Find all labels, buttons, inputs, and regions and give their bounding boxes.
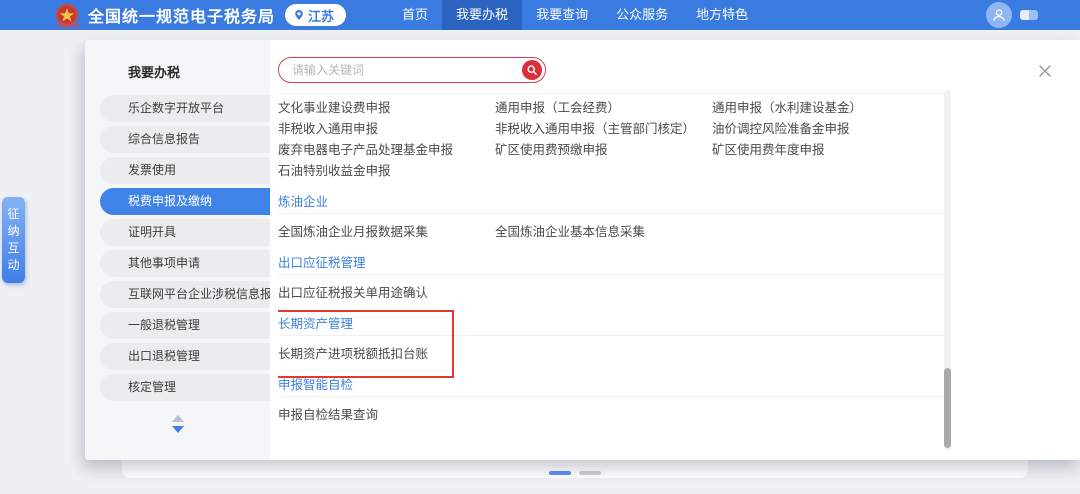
region-selector[interactable]: 江苏 [285, 4, 346, 26]
menu-section: 文化事业建设费申报通用申报（工会经费）通用申报（水利建设基金） 非税收入通用申报非… [278, 94, 946, 182]
menu-section: 出口应征税管理出口应征税报关单用途确认 [278, 243, 946, 304]
top-header: 中国税务 全国统一规范电子税务局 江苏 首页我要办税我要查询公众服务地方特色 [0, 0, 1080, 30]
section-heading[interactable]: 长期资产管理 [278, 304, 946, 336]
menu-item[interactable]: 矿区使用费年度申报 [712, 140, 929, 161]
close-menu-button[interactable] [1036, 62, 1054, 80]
menu-item[interactable]: 矿区使用费预缴申报 [495, 140, 712, 161]
location-pin-icon [293, 9, 305, 21]
sidebar-title: 我要办税 [85, 62, 270, 81]
search-icon [526, 64, 538, 76]
section-items: 文化事业建设费申报通用申报（工会经费）通用申报（水利建设基金） 非税收入通用申报非… [278, 94, 946, 182]
header-nav-item[interactable]: 公众服务 [602, 0, 682, 30]
user-avatar-icon [991, 7, 1007, 23]
sidebar-list: 乐企数字开放平台综合信息报告发票使用税费申报及缴纳证明开具其他事项申请互联网平台… [85, 95, 270, 401]
menu-item[interactable]: 油价调控风险准备金申报 [712, 119, 929, 140]
header-nav-item[interactable]: 我要办税 [442, 0, 522, 30]
menu-item[interactable]: 出口应征税报关单用途确认 [278, 283, 495, 304]
header-right [986, 2, 1038, 28]
section-items: 出口应征税报关单用途确认 [278, 275, 946, 304]
section-heading[interactable]: 出口应征税管理 [278, 243, 946, 275]
sidebar-item[interactable]: 乐企数字开放平台 [100, 95, 270, 122]
header-toggle[interactable] [1020, 10, 1038, 20]
scrollbar-track[interactable] [944, 90, 951, 450]
menu-content: 文化事业建设费申报通用申报（工会经费）通用申报（水利建设基金） 非税收入通用申报非… [270, 40, 1080, 460]
tax-service-mega-menu: 我要办税 乐企数字开放平台综合信息报告发票使用税费申报及缴纳证明开具其他事项申请… [85, 40, 1080, 460]
close-icon [1036, 62, 1054, 80]
section-heading[interactable]: 炼油企业 [278, 182, 946, 214]
sidebar-item[interactable]: 发票使用 [100, 157, 270, 184]
service-list: 文化事业建设费申报通用申报（工会经费）通用申报（水利建设基金） 非税收入通用申报非… [278, 93, 946, 450]
interaction-side-tab[interactable]: 征纳互动 [2, 197, 25, 283]
sidebar-item[interactable]: 出口退税管理 [100, 343, 270, 370]
menu-item[interactable]: 石油特别收益金申报 [278, 161, 495, 182]
menu-item[interactable]: 非税收入通用申报 [278, 119, 495, 140]
header-nav: 首页我要办税我要查询公众服务地方特色 [388, 0, 762, 30]
chevron-down-icon[interactable] [172, 426, 184, 433]
menu-item[interactable]: 全国炼油企业月报数据采集 [278, 222, 495, 243]
section-items: 长期资产进项税额抵扣台账 [278, 336, 946, 365]
menu-item[interactable]: 长期资产进项税额抵扣台账 [278, 344, 495, 365]
header-nav-item[interactable]: 我要查询 [522, 0, 602, 30]
search-button[interactable] [522, 60, 542, 80]
header-nav-item[interactable]: 地方特色 [682, 0, 762, 30]
site-title: 全国统一规范电子税务局 [88, 3, 275, 27]
menu-item[interactable]: 全国炼油企业基本信息采集 [495, 222, 712, 243]
menu-item[interactable]: 通用申报（工会经费） [495, 98, 712, 119]
national-emblem-icon: 中国税务 [55, 3, 79, 27]
sidebar-item[interactable]: 证明开具 [100, 219, 270, 246]
menu-item[interactable]: 通用申报（水利建设基金） [712, 98, 929, 119]
section-items: 申报自检结果查询 [278, 397, 946, 426]
sidebar-item[interactable]: 税费申报及缴纳 [100, 188, 270, 215]
chevron-up-icon[interactable] [172, 415, 184, 422]
menu-item[interactable]: 废弃电器电子产品处理基金申报 [278, 140, 495, 161]
menu-sidebar: 我要办税 乐企数字开放平台综合信息报告发票使用税费申报及缴纳证明开具其他事项申请… [85, 40, 270, 460]
carousel-indicator [122, 471, 1028, 475]
search-box [278, 57, 546, 83]
side-tab-label: 征纳互动 [7, 206, 20, 274]
sidebar-item[interactable]: 核定管理 [100, 374, 270, 401]
menu-item[interactable]: 文化事业建设费申报 [278, 98, 495, 119]
user-avatar[interactable] [986, 2, 1012, 28]
carousel-dash[interactable] [549, 471, 571, 475]
region-label: 江苏 [308, 6, 334, 25]
sidebar-item[interactable]: 综合信息报告 [100, 126, 270, 153]
carousel-dash[interactable] [579, 471, 601, 475]
menu-item[interactable]: 非税收入通用申报（主管部门核定） [495, 119, 712, 140]
sidebar-item[interactable]: 互联网平台企业涉税信息报送 [100, 281, 270, 308]
section-items: 全国炼油企业月报数据采集全国炼油企业基本信息采集 [278, 214, 946, 243]
scrollbar-thumb[interactable] [944, 368, 951, 448]
menu-item[interactable]: 申报自检结果查询 [278, 405, 495, 426]
header-nav-item[interactable]: 首页 [388, 0, 442, 30]
sidebar-item[interactable]: 其他事项申请 [100, 250, 270, 277]
sidebar-scroll-arrows [85, 415, 270, 433]
menu-section: 申报智能自检申报自检结果查询 [278, 365, 946, 426]
search-input[interactable] [279, 63, 522, 77]
logo-subtext: 中国税务 [53, 24, 83, 31]
sidebar-item[interactable]: 一般退税管理 [100, 312, 270, 339]
menu-section: 炼油企业全国炼油企业月报数据采集全国炼油企业基本信息采集 [278, 182, 946, 243]
section-heading[interactable]: 申报智能自检 [278, 365, 946, 397]
menu-section: 长期资产管理长期资产进项税额抵扣台账 [278, 304, 946, 365]
